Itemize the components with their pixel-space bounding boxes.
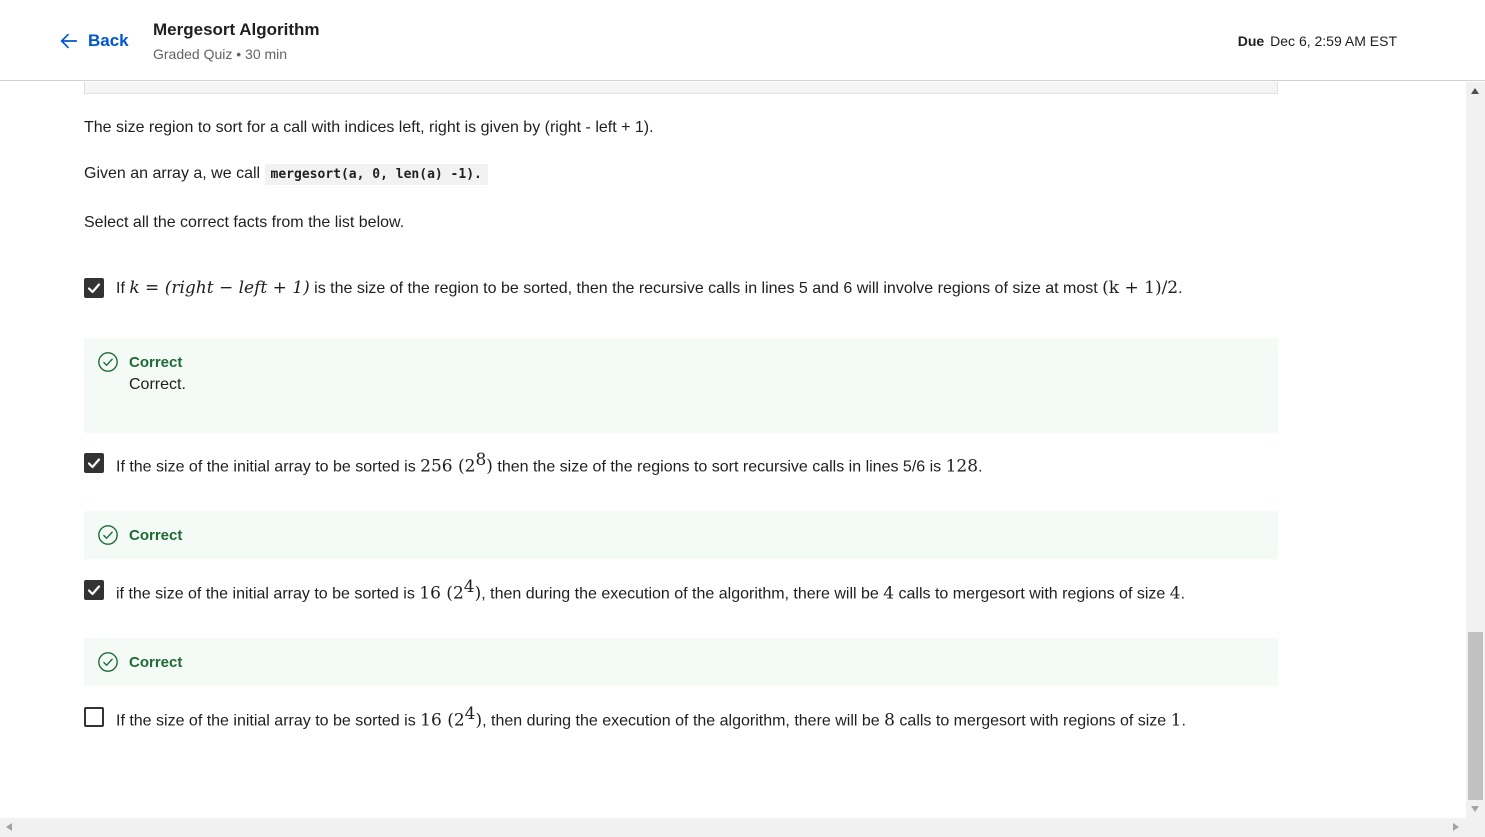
scroll-left-icon[interactable]: [6, 823, 12, 831]
question-paragraph-2: Given an array a, we call mergesort(a, 0…: [84, 164, 488, 185]
feedback-label: Correct: [129, 653, 183, 671]
due-label: Due: [1237, 33, 1265, 49]
quiz-title: Mergesort Algorithm: [153, 20, 320, 39]
math-expression: (k + 1)/2: [1102, 278, 1179, 298]
checkbox-checked-icon[interactable]: [84, 580, 104, 600]
feedback-header: Correct: [97, 651, 182, 673]
inline-code: mergesort(a, 0, len(a) -1).: [264, 164, 488, 185]
answer-option-4[interactable]: If the size of the initial array to be s…: [84, 704, 1186, 730]
quiz-subtitle: Graded Quiz • 30 min: [153, 46, 288, 62]
checkbox-checked-icon[interactable]: [84, 278, 104, 298]
back-button[interactable]: Back: [58, 27, 129, 55]
code-block-bottom: [84, 82, 1278, 94]
feedback-correct-1: Correct Correct.: [84, 338, 1278, 433]
feedback-label: Correct: [129, 526, 183, 544]
check-circle-icon: [98, 652, 118, 672]
option-text-part: is the size of the region to be sorted, …: [309, 280, 1103, 297]
due-date: Due Dec 6, 2:59 AM EST: [1238, 33, 1397, 49]
option-text-part: .: [1180, 585, 1186, 603]
check-circle-icon: [98, 525, 118, 545]
feedback-body: Correct.: [129, 376, 186, 393]
math-expression: 1: [1170, 710, 1182, 731]
answer-option-3[interactable]: if the size of the initial array to be s…: [84, 577, 1185, 603]
math-expression: 4: [883, 583, 895, 604]
scroll-down-icon[interactable]: [1471, 806, 1479, 812]
math-expression: 128: [945, 456, 979, 477]
math-expression: 8: [884, 710, 895, 731]
feedback-correct-3: Correct: [84, 638, 1278, 686]
question-instruction: Select all the correct facts from the li…: [84, 214, 405, 231]
quiz-content: The size region to sort for a call with …: [0, 82, 1466, 818]
math-exponent: 4: [463, 576, 475, 597]
back-label: Back: [88, 31, 129, 50]
check-circle-icon: [98, 352, 118, 372]
option-text-part: .: [1178, 280, 1183, 297]
math-expression: (2: [452, 456, 476, 477]
due-value: Dec 6, 2:59 AM EST: [1270, 33, 1397, 49]
answer-option-2[interactable]: If the size of the initial array to be s…: [84, 450, 983, 476]
option-text-part: then the size of the regions to sort rec…: [492, 458, 946, 476]
math-expression: (2: [441, 710, 465, 731]
question-paragraph-2-text: Given an array a, we call: [84, 165, 265, 182]
vertical-scrollbar[interactable]: [1466, 82, 1485, 818]
option-text: If the size of the initial array to be s…: [116, 450, 983, 476]
feedback-header: Correct: [97, 524, 182, 546]
feedback-correct-2: Correct: [84, 511, 1278, 559]
feedback-header: Correct: [97, 351, 182, 373]
option-text-part: If the size of the initial array to be s…: [116, 458, 421, 476]
math-expression: ): [486, 456, 493, 477]
horizontal-scrollbar[interactable]: [0, 818, 1485, 837]
feedback-label: Correct: [129, 353, 183, 371]
scroll-right-icon[interactable]: [1453, 823, 1459, 831]
answer-option-1[interactable]: If k = (right − left + 1) is the size of…: [84, 276, 1183, 300]
question-paragraph-1: The size region to sort for a call with …: [84, 119, 654, 136]
option-text-part: calls to mergesort with regions of size: [894, 712, 1171, 730]
option-text-part: , then during the execution of the algor…: [481, 585, 884, 603]
checkbox-checked-icon[interactable]: [84, 453, 104, 473]
scrollbar-thumb[interactable]: [1468, 632, 1483, 800]
math-exponent: 8: [475, 449, 487, 470]
checkbox-unchecked-icon[interactable]: [84, 707, 104, 727]
math-expression: 4: [1169, 583, 1181, 604]
math-exponent: 4: [464, 703, 476, 724]
option-text-part: calls to mergesort with regions of size: [894, 585, 1170, 603]
option-text-part: If: [116, 280, 130, 297]
math-expression: 16: [420, 710, 442, 731]
option-text: If the size of the initial array to be s…: [116, 704, 1186, 730]
quiz-header: Back Mergesort Algorithm Graded Quiz • 3…: [0, 0, 1485, 81]
option-text-part: .: [978, 458, 983, 476]
math-expression: (2: [440, 583, 464, 604]
option-text-part: if the size of the initial array to be s…: [116, 585, 420, 603]
option-text-part: If the size of the initial array to be s…: [116, 712, 421, 730]
math-expression: 256: [420, 456, 453, 477]
option-text: if the size of the initial array to be s…: [116, 577, 1185, 603]
scroll-up-icon[interactable]: [1471, 88, 1479, 94]
option-text-part: , then during the execution of the algor…: [482, 712, 885, 730]
option-text: If k = (right − left + 1) is the size of…: [116, 278, 1183, 298]
math-expression: 16: [419, 583, 441, 604]
math-expression: k = (right − left + 1): [129, 278, 310, 298]
option-text-part: .: [1181, 712, 1186, 730]
arrow-left-icon: [60, 33, 78, 49]
